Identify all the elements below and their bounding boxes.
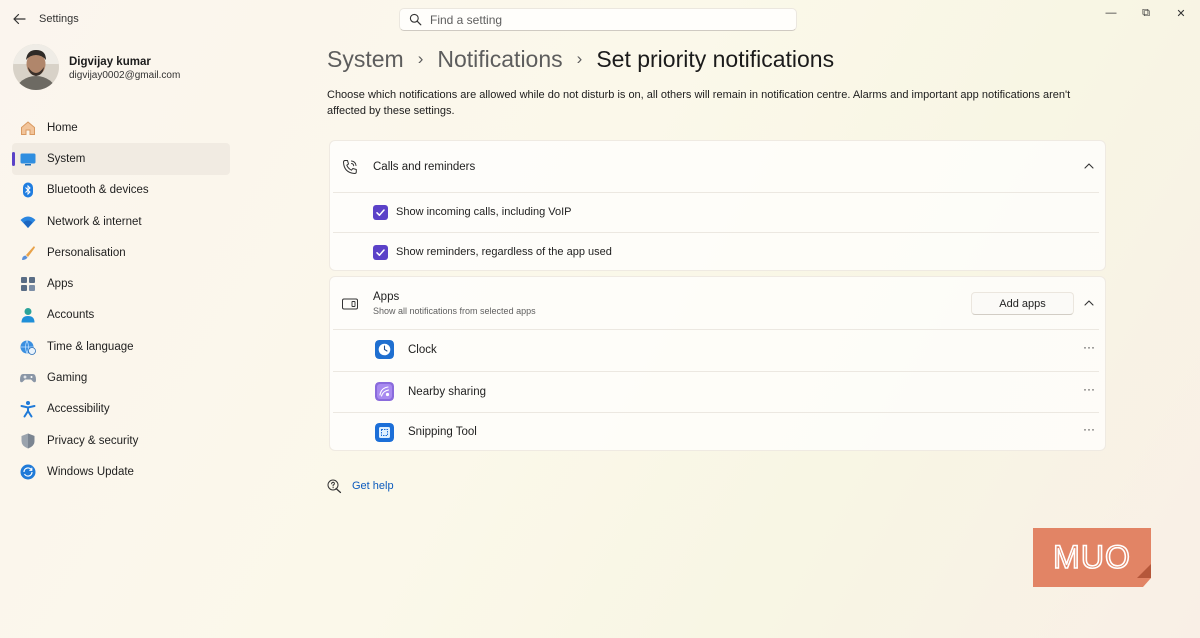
sidebar-item-label: Privacy & security bbox=[47, 434, 139, 447]
app-window-icon bbox=[342, 298, 358, 310]
sidebar-item-network[interactable]: Network & internet bbox=[12, 206, 230, 237]
sidebar-item-label: Bluetooth & devices bbox=[47, 184, 149, 197]
sidebar-item-time-language[interactable]: Time & language bbox=[12, 331, 230, 362]
breadcrumb: System › Notifications › Set priority no… bbox=[327, 44, 834, 74]
app-title: Settings bbox=[39, 13, 79, 25]
reminders-checkbox[interactable] bbox=[373, 245, 388, 260]
brush-icon bbox=[19, 244, 37, 262]
shield-icon bbox=[19, 432, 37, 450]
sidebar-item-home[interactable]: Home bbox=[12, 112, 230, 143]
app-name-nearby-sharing: Nearby sharing bbox=[408, 386, 486, 398]
option-row-reminders[interactable]: Show reminders, regardless of the app us… bbox=[330, 233, 1105, 272]
phone-icon bbox=[343, 160, 357, 174]
sidebar-item-label: Personalisation bbox=[47, 246, 126, 259]
maximize-button[interactable]: ⧉ bbox=[1135, 6, 1157, 20]
sidebar-item-windows-update[interactable]: Windows Update bbox=[12, 456, 230, 487]
calls-checkbox[interactable] bbox=[373, 205, 388, 220]
sidebar-item-bluetooth[interactable]: Bluetooth & devices bbox=[12, 175, 230, 206]
checkmark-icon bbox=[376, 249, 385, 256]
sidebar-item-accounts[interactable]: Accounts bbox=[12, 300, 230, 331]
active-indicator bbox=[12, 152, 15, 167]
chevron-up-icon[interactable] bbox=[1083, 160, 1095, 172]
page-description: Choose which notifications are allowed w… bbox=[327, 89, 1071, 117]
search-input[interactable] bbox=[430, 11, 780, 29]
more-options-icon[interactable]: ··· bbox=[1082, 423, 1096, 436]
app-row-snipping-tool[interactable]: Snipping Tool ··· bbox=[330, 413, 1105, 452]
sidebar-item-label: Apps bbox=[47, 278, 74, 291]
apps-title: Apps bbox=[373, 291, 400, 303]
option-row-calls[interactable]: Show incoming calls, including VoIP bbox=[330, 193, 1105, 232]
watermark-text: MUO bbox=[1053, 539, 1131, 575]
breadcrumb-separator-icon: › bbox=[576, 49, 583, 68]
sidebar-item-label: Network & internet bbox=[47, 215, 142, 228]
more-options-icon[interactable]: ··· bbox=[1082, 341, 1096, 354]
avatar[interactable] bbox=[13, 44, 59, 90]
apps-card: Apps Show all notifications from selecte… bbox=[329, 276, 1106, 451]
sidebar-item-label: Time & language bbox=[47, 340, 134, 353]
app-row-nearby-sharing[interactable]: Nearby sharing ··· bbox=[330, 372, 1105, 412]
calls-reminders-header[interactable]: Calls and reminders bbox=[330, 141, 1105, 192]
add-apps-button[interactable]: Add apps bbox=[971, 292, 1074, 315]
get-help-link[interactable]: Get help bbox=[352, 480, 394, 492]
user-name: Digvijay kumar bbox=[69, 56, 151, 68]
sidebar-item-privacy[interactable]: Privacy & security bbox=[12, 425, 230, 456]
checkmark-icon bbox=[376, 209, 385, 216]
sidebar-item-label: Windows Update bbox=[47, 465, 134, 478]
page-title: Set priority notifications bbox=[596, 45, 835, 72]
gamepad-icon bbox=[19, 369, 37, 387]
app-name-clock: Clock bbox=[408, 344, 437, 356]
calls-checkbox-label: Show incoming calls, including VoIP bbox=[396, 206, 572, 218]
app-row-clock[interactable]: Clock ··· bbox=[330, 330, 1105, 371]
account-icon bbox=[19, 306, 37, 324]
apps-icon bbox=[19, 275, 37, 293]
calls-reminders-title: Calls and reminders bbox=[373, 161, 476, 173]
user-email: digvijay0002@gmail.com bbox=[69, 70, 181, 81]
chevron-up-icon[interactable] bbox=[1083, 297, 1095, 309]
accessibility-icon bbox=[19, 400, 37, 418]
reminders-checkbox-label: Show reminders, regardless of the app us… bbox=[396, 246, 612, 258]
breadcrumb-separator-icon: › bbox=[417, 49, 424, 68]
apps-header[interactable]: Apps Show all notifications from selecte… bbox=[330, 277, 1105, 329]
snipping-tool-icon bbox=[375, 423, 394, 442]
sidebar-item-accessibility[interactable]: Accessibility bbox=[12, 394, 230, 425]
bluetooth-icon bbox=[19, 181, 37, 199]
wifi-icon bbox=[19, 213, 37, 231]
sidebar-item-label: Home bbox=[47, 121, 78, 134]
home-icon bbox=[19, 119, 37, 137]
breadcrumb-notifications[interactable]: Notifications bbox=[437, 46, 562, 73]
close-button[interactable]: ✕ bbox=[1170, 6, 1192, 20]
sidebar-item-label: Gaming bbox=[47, 372, 88, 385]
breadcrumb-system[interactable]: System bbox=[327, 46, 404, 73]
globe-clock-icon bbox=[19, 338, 37, 356]
sidebar-item-label: Accounts bbox=[47, 309, 95, 322]
update-icon bbox=[19, 463, 37, 481]
calls-reminders-card: Calls and reminders Show incoming calls,… bbox=[329, 140, 1106, 271]
back-arrow-icon[interactable] bbox=[10, 10, 28, 28]
app-name-snipping-tool: Snipping Tool bbox=[408, 426, 477, 438]
apps-subtitle: Show all notifications from selected app… bbox=[373, 306, 536, 316]
nearby-sharing-icon bbox=[375, 382, 394, 401]
more-options-icon[interactable]: ··· bbox=[1082, 383, 1096, 396]
sidebar-item-label: System bbox=[47, 152, 86, 165]
search-icon bbox=[409, 13, 422, 26]
sidebar-item-system[interactable]: System bbox=[12, 143, 230, 175]
sidebar-item-apps[interactable]: Apps bbox=[12, 268, 230, 299]
muo-watermark-logo: MUO bbox=[1033, 528, 1151, 587]
sidebar-item-label: Accessibility bbox=[47, 403, 110, 416]
sidebar-item-gaming[interactable]: Gaming bbox=[12, 362, 230, 393]
clock-app-icon bbox=[375, 340, 394, 359]
minimize-button[interactable]: — bbox=[1100, 6, 1122, 20]
sidebar-nav: Home System Bluetooth & devices Network … bbox=[12, 112, 230, 488]
help-chat-icon[interactable] bbox=[326, 478, 342, 494]
search-box[interactable] bbox=[399, 8, 797, 31]
sidebar-item-personalisation[interactable]: Personalisation bbox=[12, 237, 230, 268]
system-icon bbox=[19, 150, 37, 168]
